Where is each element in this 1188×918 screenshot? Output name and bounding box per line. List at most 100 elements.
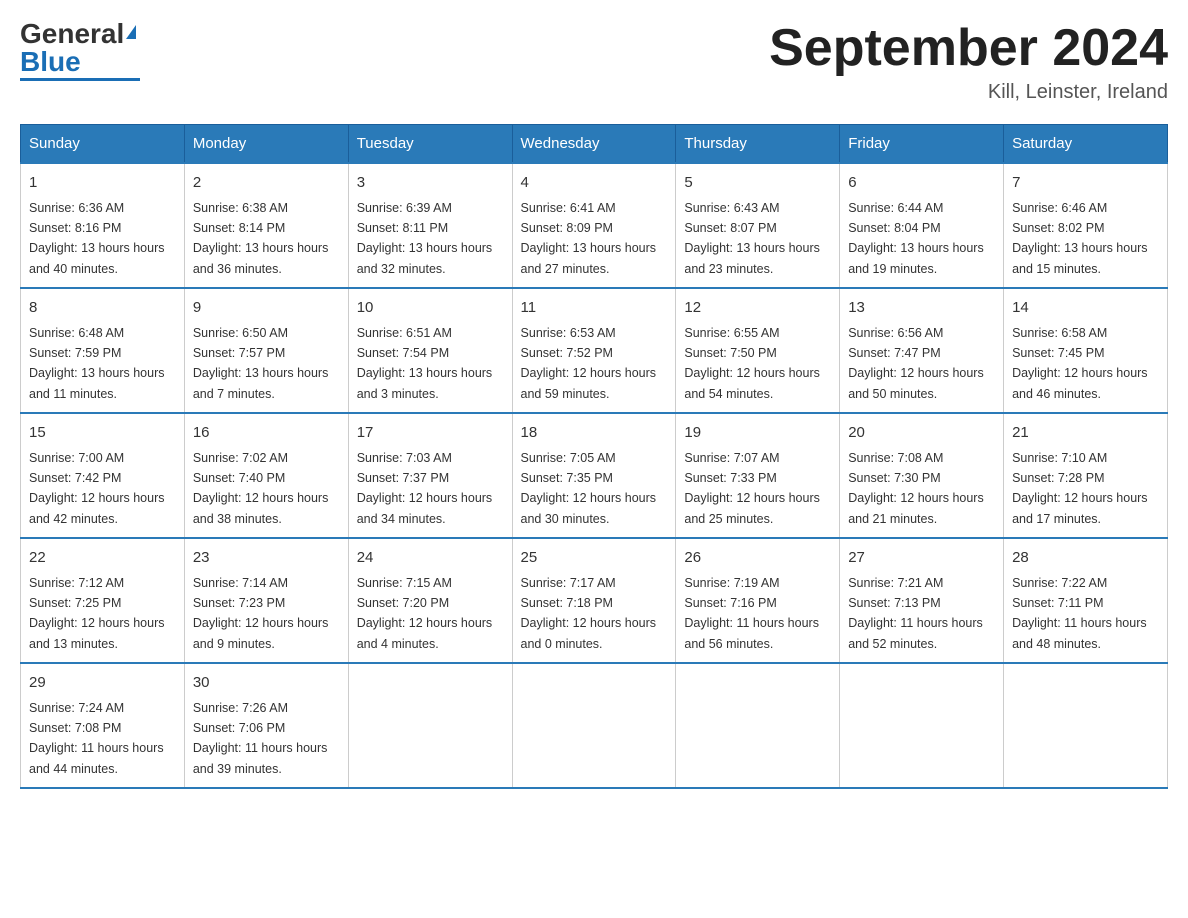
logo-underline xyxy=(20,78,140,81)
table-row: 15 Sunrise: 7:00 AMSunset: 7:42 PMDaylig… xyxy=(21,413,185,538)
day-info: Sunrise: 7:22 AMSunset: 7:11 PMDaylight:… xyxy=(1012,576,1147,651)
day-info: Sunrise: 7:21 AMSunset: 7:13 PMDaylight:… xyxy=(848,576,983,651)
day-number: 27 xyxy=(848,547,995,570)
day-info: Sunrise: 6:46 AMSunset: 8:02 PMDaylight:… xyxy=(1012,201,1148,276)
day-info: Sunrise: 6:50 AMSunset: 7:57 PMDaylight:… xyxy=(193,326,329,401)
calendar-week-3: 15 Sunrise: 7:00 AMSunset: 7:42 PMDaylig… xyxy=(21,413,1168,538)
day-number: 23 xyxy=(193,547,340,570)
table-row: 10 Sunrise: 6:51 AMSunset: 7:54 PMDaylig… xyxy=(348,288,512,413)
table-row xyxy=(840,663,1004,788)
day-info: Sunrise: 6:41 AMSunset: 8:09 PMDaylight:… xyxy=(521,201,657,276)
table-row: 28 Sunrise: 7:22 AMSunset: 7:11 PMDaylig… xyxy=(1004,538,1168,663)
day-number: 22 xyxy=(29,547,176,570)
day-number: 10 xyxy=(357,297,504,320)
day-info: Sunrise: 6:43 AMSunset: 8:07 PMDaylight:… xyxy=(684,201,820,276)
calendar-week-2: 8 Sunrise: 6:48 AMSunset: 7:59 PMDayligh… xyxy=(21,288,1168,413)
logo-triangle-icon xyxy=(126,25,136,39)
day-info: Sunrise: 7:26 AMSunset: 7:06 PMDaylight:… xyxy=(193,701,328,776)
table-row: 1 Sunrise: 6:36 AMSunset: 8:16 PMDayligh… xyxy=(21,163,185,288)
table-row: 22 Sunrise: 7:12 AMSunset: 7:25 PMDaylig… xyxy=(21,538,185,663)
table-row: 29 Sunrise: 7:24 AMSunset: 7:08 PMDaylig… xyxy=(21,663,185,788)
day-info: Sunrise: 6:36 AMSunset: 8:16 PMDaylight:… xyxy=(29,201,165,276)
calendar-week-1: 1 Sunrise: 6:36 AMSunset: 8:16 PMDayligh… xyxy=(21,163,1168,288)
day-info: Sunrise: 7:02 AMSunset: 7:40 PMDaylight:… xyxy=(193,451,329,526)
calendar-subtitle: Kill, Leinster, Ireland xyxy=(769,81,1168,104)
day-info: Sunrise: 7:24 AMSunset: 7:08 PMDaylight:… xyxy=(29,701,164,776)
day-info: Sunrise: 6:48 AMSunset: 7:59 PMDaylight:… xyxy=(29,326,165,401)
col-wednesday: Wednesday xyxy=(512,125,676,164)
day-info: Sunrise: 7:03 AMSunset: 7:37 PMDaylight:… xyxy=(357,451,493,526)
day-info: Sunrise: 6:38 AMSunset: 8:14 PMDaylight:… xyxy=(193,201,329,276)
day-number: 17 xyxy=(357,422,504,445)
title-area: September 2024 Kill, Leinster, Ireland xyxy=(769,20,1168,104)
col-monday: Monday xyxy=(184,125,348,164)
day-info: Sunrise: 7:00 AMSunset: 7:42 PMDaylight:… xyxy=(29,451,165,526)
day-number: 6 xyxy=(848,172,995,195)
col-friday: Friday xyxy=(840,125,1004,164)
day-number: 4 xyxy=(521,172,668,195)
day-number: 3 xyxy=(357,172,504,195)
table-row xyxy=(676,663,840,788)
table-row xyxy=(1004,663,1168,788)
col-saturday: Saturday xyxy=(1004,125,1168,164)
day-number: 9 xyxy=(193,297,340,320)
table-row xyxy=(512,663,676,788)
day-info: Sunrise: 7:15 AMSunset: 7:20 PMDaylight:… xyxy=(357,576,493,651)
day-info: Sunrise: 7:14 AMSunset: 7:23 PMDaylight:… xyxy=(193,576,329,651)
logo-text: GeneralBlue xyxy=(20,20,136,76)
table-row: 26 Sunrise: 7:19 AMSunset: 7:16 PMDaylig… xyxy=(676,538,840,663)
calendar-week-5: 29 Sunrise: 7:24 AMSunset: 7:08 PMDaylig… xyxy=(21,663,1168,788)
table-row: 16 Sunrise: 7:02 AMSunset: 7:40 PMDaylig… xyxy=(184,413,348,538)
table-row: 17 Sunrise: 7:03 AMSunset: 7:37 PMDaylig… xyxy=(348,413,512,538)
calendar-week-4: 22 Sunrise: 7:12 AMSunset: 7:25 PMDaylig… xyxy=(21,538,1168,663)
day-info: Sunrise: 7:10 AMSunset: 7:28 PMDaylight:… xyxy=(1012,451,1148,526)
table-row: 30 Sunrise: 7:26 AMSunset: 7:06 PMDaylig… xyxy=(184,663,348,788)
table-row: 20 Sunrise: 7:08 AMSunset: 7:30 PMDaylig… xyxy=(840,413,1004,538)
table-row: 2 Sunrise: 6:38 AMSunset: 8:14 PMDayligh… xyxy=(184,163,348,288)
day-info: Sunrise: 6:53 AMSunset: 7:52 PMDaylight:… xyxy=(521,326,657,401)
day-info: Sunrise: 7:07 AMSunset: 7:33 PMDaylight:… xyxy=(684,451,820,526)
table-row: 4 Sunrise: 6:41 AMSunset: 8:09 PMDayligh… xyxy=(512,163,676,288)
day-info: Sunrise: 6:55 AMSunset: 7:50 PMDaylight:… xyxy=(684,326,820,401)
day-info: Sunrise: 6:44 AMSunset: 8:04 PMDaylight:… xyxy=(848,201,984,276)
table-row: 18 Sunrise: 7:05 AMSunset: 7:35 PMDaylig… xyxy=(512,413,676,538)
day-number: 1 xyxy=(29,172,176,195)
day-number: 24 xyxy=(357,547,504,570)
logo-blue-text: Blue xyxy=(20,46,81,77)
day-number: 11 xyxy=(521,297,668,320)
table-row: 8 Sunrise: 6:48 AMSunset: 7:59 PMDayligh… xyxy=(21,288,185,413)
page-header: GeneralBlue September 2024 Kill, Leinste… xyxy=(20,20,1168,104)
calendar-header-row: Sunday Monday Tuesday Wednesday Thursday… xyxy=(21,125,1168,164)
day-number: 8 xyxy=(29,297,176,320)
day-number: 20 xyxy=(848,422,995,445)
day-info: Sunrise: 7:05 AMSunset: 7:35 PMDaylight:… xyxy=(521,451,657,526)
day-number: 30 xyxy=(193,672,340,695)
table-row: 24 Sunrise: 7:15 AMSunset: 7:20 PMDaylig… xyxy=(348,538,512,663)
table-row xyxy=(348,663,512,788)
col-tuesday: Tuesday xyxy=(348,125,512,164)
table-row: 23 Sunrise: 7:14 AMSunset: 7:23 PMDaylig… xyxy=(184,538,348,663)
table-row: 3 Sunrise: 6:39 AMSunset: 8:11 PMDayligh… xyxy=(348,163,512,288)
table-row: 6 Sunrise: 6:44 AMSunset: 8:04 PMDayligh… xyxy=(840,163,1004,288)
day-number: 19 xyxy=(684,422,831,445)
table-row: 11 Sunrise: 6:53 AMSunset: 7:52 PMDaylig… xyxy=(512,288,676,413)
day-number: 29 xyxy=(29,672,176,695)
day-number: 26 xyxy=(684,547,831,570)
day-number: 12 xyxy=(684,297,831,320)
col-thursday: Thursday xyxy=(676,125,840,164)
day-info: Sunrise: 6:51 AMSunset: 7:54 PMDaylight:… xyxy=(357,326,493,401)
day-number: 21 xyxy=(1012,422,1159,445)
calendar-table: Sunday Monday Tuesday Wednesday Thursday… xyxy=(20,124,1168,789)
logo: GeneralBlue xyxy=(20,20,140,81)
table-row: 7 Sunrise: 6:46 AMSunset: 8:02 PMDayligh… xyxy=(1004,163,1168,288)
day-number: 15 xyxy=(29,422,176,445)
table-row: 12 Sunrise: 6:55 AMSunset: 7:50 PMDaylig… xyxy=(676,288,840,413)
table-row: 25 Sunrise: 7:17 AMSunset: 7:18 PMDaylig… xyxy=(512,538,676,663)
table-row: 21 Sunrise: 7:10 AMSunset: 7:28 PMDaylig… xyxy=(1004,413,1168,538)
day-info: Sunrise: 7:08 AMSunset: 7:30 PMDaylight:… xyxy=(848,451,984,526)
day-info: Sunrise: 7:19 AMSunset: 7:16 PMDaylight:… xyxy=(684,576,819,651)
table-row: 9 Sunrise: 6:50 AMSunset: 7:57 PMDayligh… xyxy=(184,288,348,413)
day-info: Sunrise: 7:17 AMSunset: 7:18 PMDaylight:… xyxy=(521,576,657,651)
day-number: 28 xyxy=(1012,547,1159,570)
day-number: 5 xyxy=(684,172,831,195)
